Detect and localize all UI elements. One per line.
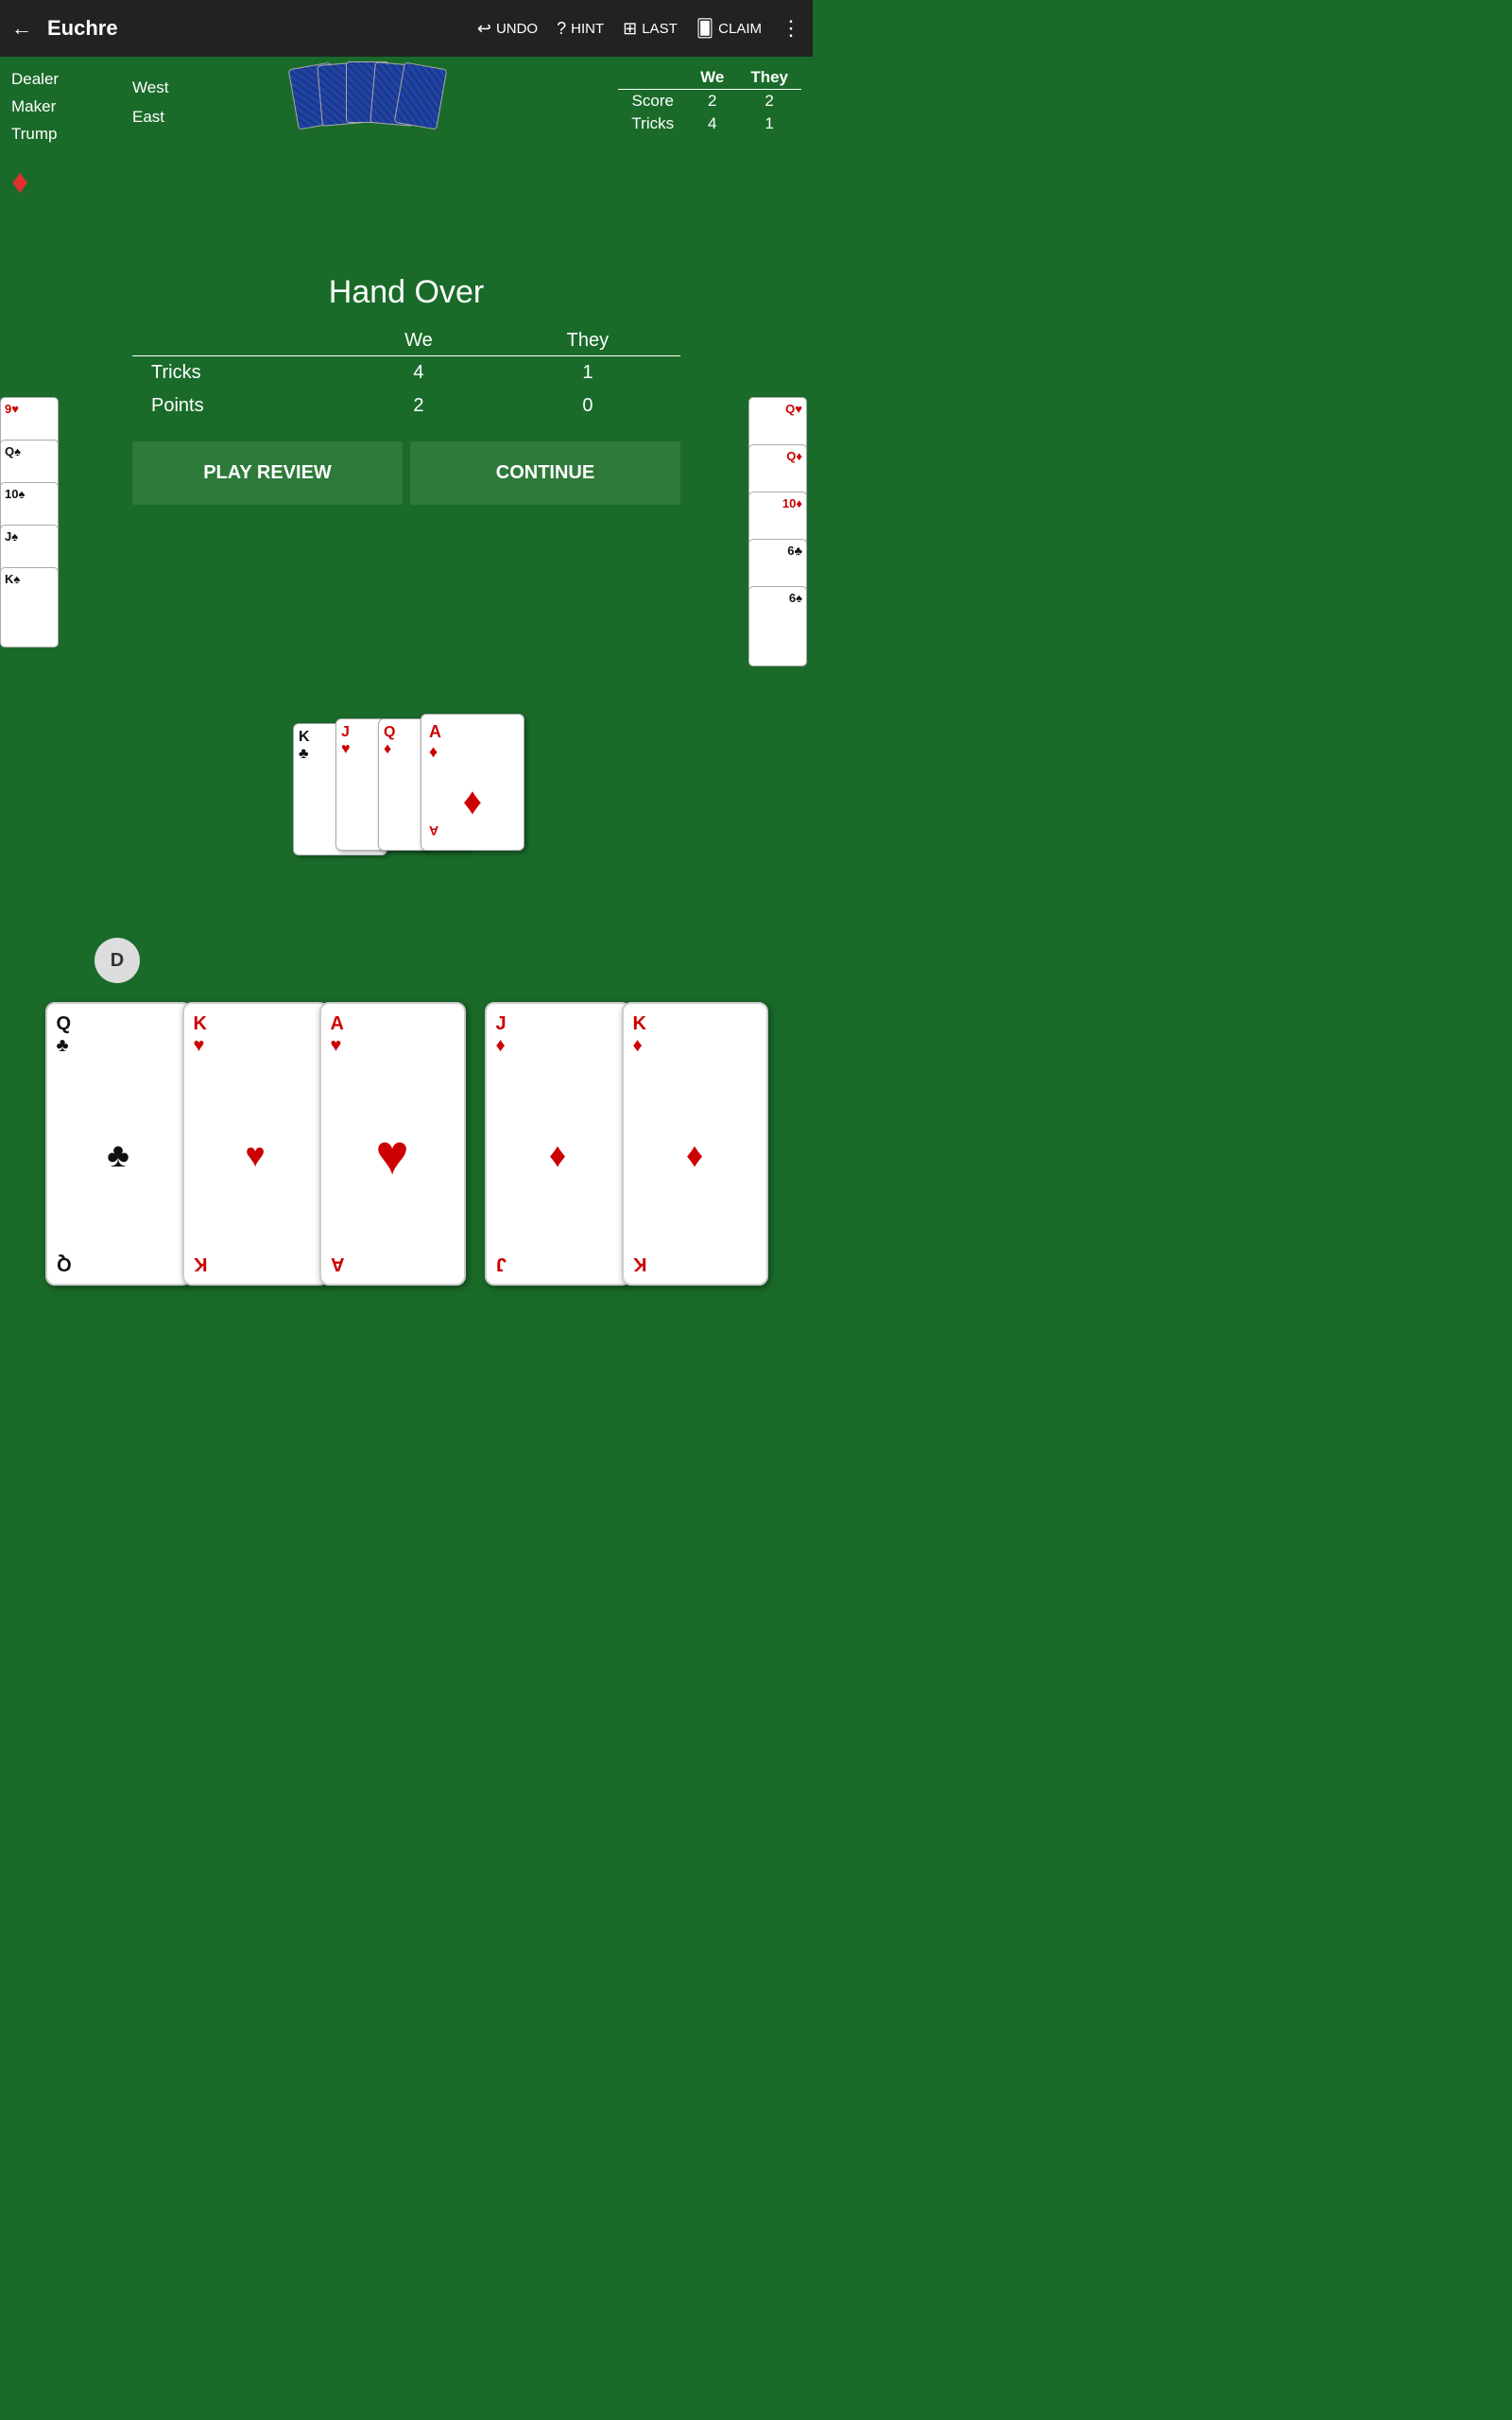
hint-label: HINT xyxy=(571,21,604,37)
continue-button[interactable]: CONTINUE xyxy=(410,441,680,505)
top-card-5 xyxy=(394,61,448,130)
claim-label: CLAIM xyxy=(718,21,762,37)
tricks-label: Tricks xyxy=(618,112,687,135)
hand-card-2[interactable]: K ♥ ♥ K xyxy=(182,1002,329,1286)
last-button[interactable]: ⊞ LAST xyxy=(623,19,678,39)
dealer-label: Dealer xyxy=(11,66,59,94)
center-played-cards: K ♣ J ♥ Q ♦ A ♦ ♦ A xyxy=(274,714,539,903)
bottom-hand: Q ♣ ♣ Q K ♥ ♥ K A ♥ ♥ A J ♦ xyxy=(0,1002,813,1305)
dealer-badge: D xyxy=(94,938,140,983)
dialog-buttons: PLAY REVIEW CONTINUE xyxy=(132,441,680,505)
game-info: Dealer Maker Trump ♦ xyxy=(11,66,59,210)
last-label: LAST xyxy=(642,21,678,37)
we-score: 2 xyxy=(687,90,737,113)
hand-card-1[interactable]: Q ♣ ♣ Q xyxy=(45,1002,192,1286)
top-center-cards xyxy=(284,61,472,137)
they-score: 2 xyxy=(737,90,801,113)
app-title: Euchre xyxy=(47,16,462,41)
dialog-tricks-label: Tricks xyxy=(132,356,342,390)
play-review-button[interactable]: PLAY REVIEW xyxy=(132,441,403,505)
undo-icon: ↩ xyxy=(477,19,491,39)
trump-label: Trump xyxy=(11,121,59,148)
dialog-we-header: We xyxy=(342,326,495,356)
last-icon: ⊞ xyxy=(623,19,637,39)
toolbar-actions: ↩ UNDO ? HINT ⊞ LAST 🂠 CLAIM ⋮ xyxy=(477,16,801,41)
dialog-points-label: Points xyxy=(132,389,342,423)
dialog-they-header: They xyxy=(495,326,680,356)
dialog-they-tricks: 1 xyxy=(495,356,680,390)
score-label: Score xyxy=(618,90,687,113)
back-button[interactable]: ← xyxy=(11,16,32,41)
undo-button[interactable]: ↩ UNDO xyxy=(477,19,538,39)
claim-icon: 🂠 xyxy=(696,19,713,39)
top-bar: ← Euchre ↩ UNDO ? HINT ⊞ LAST 🂠 CLAIM ⋮ xyxy=(0,0,813,57)
left-card-5: K♠ xyxy=(0,567,59,648)
score-table: We They Score 2 2 Tricks 4 1 xyxy=(618,66,801,135)
hand-card-4[interactable]: J ♦ ♦ J xyxy=(485,1002,631,1286)
played-card-4: A ♦ ♦ A xyxy=(421,714,524,851)
dialog-we-tricks: 4 xyxy=(342,356,495,390)
hand-card-5[interactable]: K ♦ ♦ K xyxy=(622,1002,768,1286)
we-header: We xyxy=(687,66,737,90)
dialog-we-points: 2 xyxy=(342,389,495,423)
we-tricks: 4 xyxy=(687,112,737,135)
maker-label: Maker xyxy=(11,94,59,121)
dialog-they-points: 0 xyxy=(495,389,680,423)
right-card-5: 6♠ xyxy=(748,586,807,666)
undo-label: UNDO xyxy=(496,21,538,37)
hand-over-dialog: Hand Over We They Tricks 4 1 Points 2 0 … xyxy=(132,274,680,505)
hint-icon: ? xyxy=(557,19,566,39)
hint-button[interactable]: ? HINT xyxy=(557,19,604,39)
left-side-cards: 9♥ Q♠ 10♠ J♠ K♠ xyxy=(0,397,64,648)
hand-card-3[interactable]: A ♥ ♥ A xyxy=(319,1002,466,1286)
trump-suit: ♦ xyxy=(11,152,59,210)
more-button[interactable]: ⋮ xyxy=(781,16,801,41)
right-side-cards: Q♥ Q♦ 10♦ 6♣ 6♠ xyxy=(748,397,813,666)
they-header: They xyxy=(737,66,801,90)
west-east-label: West East xyxy=(132,74,168,131)
they-tricks: 1 xyxy=(737,112,801,135)
claim-button[interactable]: 🂠 CLAIM xyxy=(696,19,762,39)
hand-over-title: Hand Over xyxy=(132,274,680,311)
